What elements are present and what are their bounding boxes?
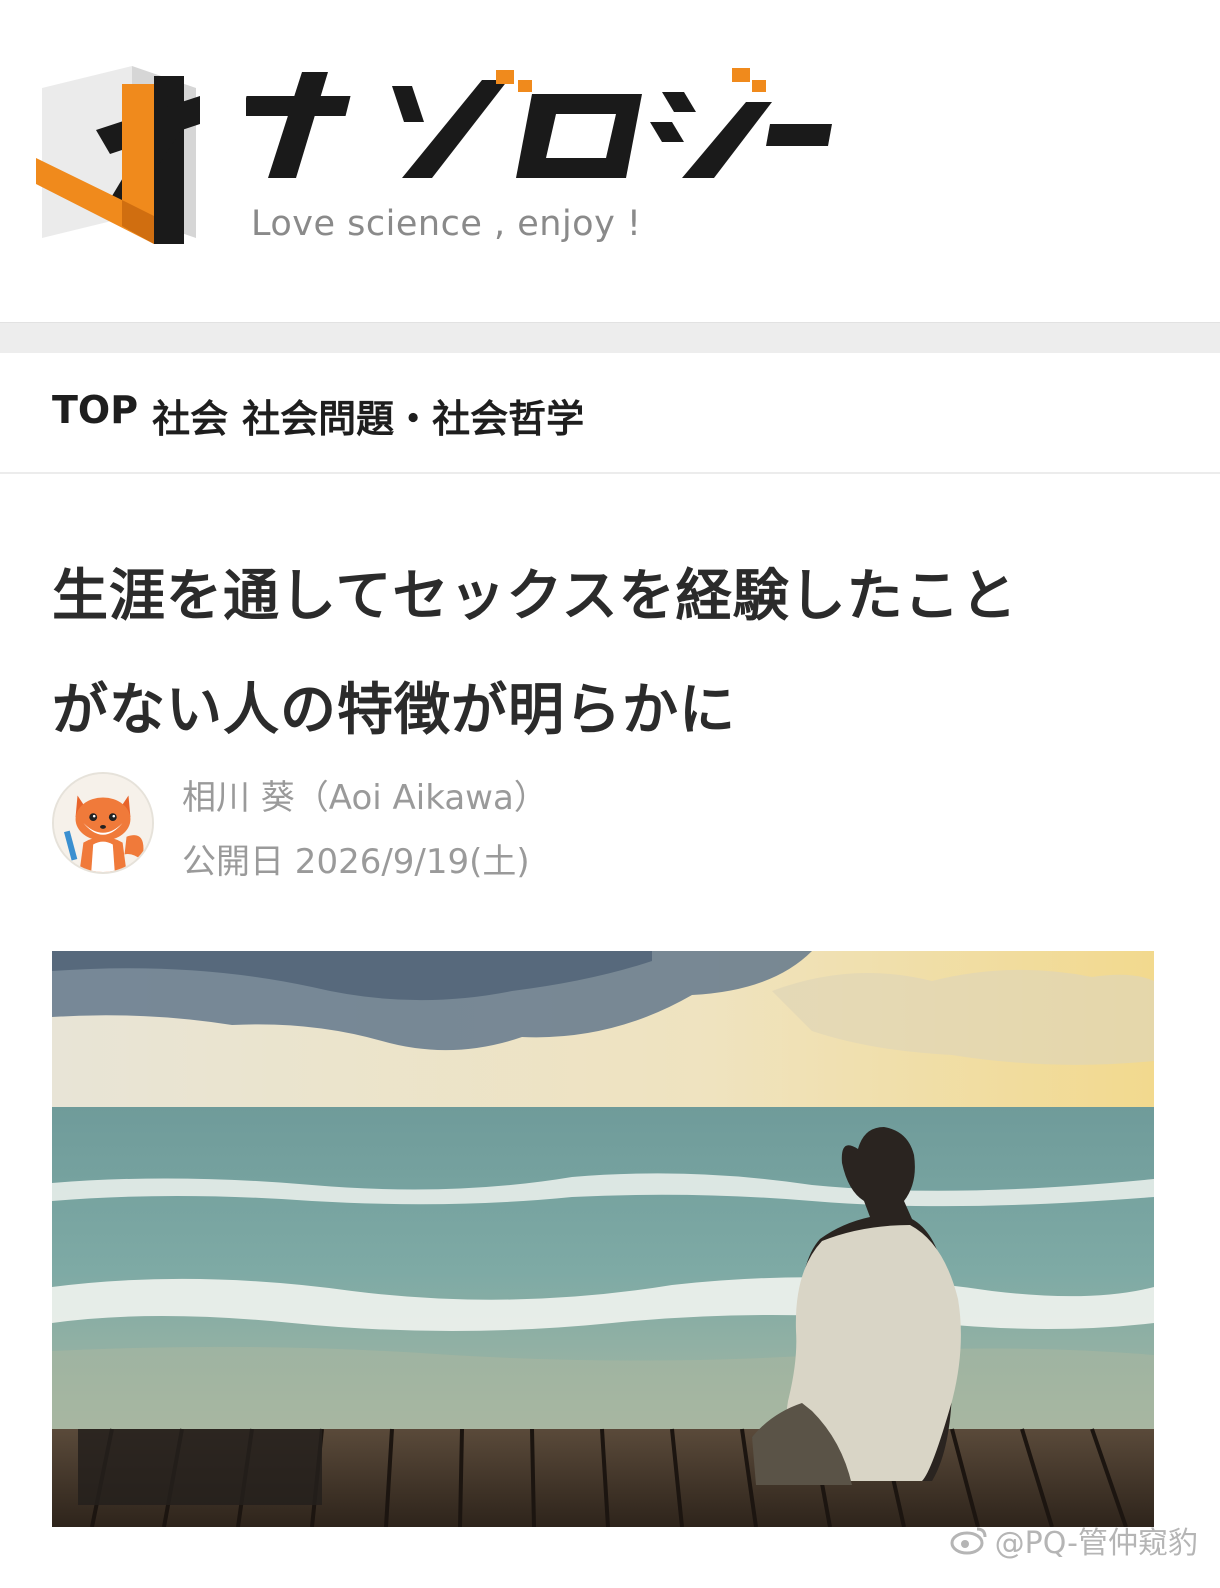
weibo-icon [950, 1527, 987, 1555]
man-sitting-on-pier-by-sea-photo [52, 951, 1154, 1527]
breadcrumb: TOP 社会 社会問題・社会哲学 [0, 352, 1220, 474]
wordmark-logo [246, 68, 832, 178]
site-header: Love science , enjoy ! [0, 0, 1220, 322]
author-avatar[interactable] [52, 772, 154, 874]
breadcrumb-top[interactable]: TOP [52, 388, 138, 443]
article-title: 生涯を通してセックスを経験したこと がない人の特徴が明らかに [52, 540, 1162, 768]
watermark-text: @PQ-管仲窥豹 [994, 1526, 1198, 1561]
site-logo-icon[interactable] [36, 66, 202, 246]
breadcrumb-society[interactable]: 社会 [152, 388, 228, 443]
article-title-line2: がない人の特徴が明らかに [52, 678, 736, 743]
breadcrumb-social-issues[interactable]: 社会問題・社会哲学 [242, 388, 584, 443]
hero-image [52, 951, 1154, 1527]
fox-mascot-icon [54, 774, 152, 872]
watermark: @PQ-管仲窥豹 [949, 1518, 1198, 1562]
header-divider-band [0, 322, 1220, 353]
site-tagline: Love science , enjoy ! [251, 204, 642, 244]
article-title-line1: 生涯を通してセックスを経験したこと [52, 564, 1018, 629]
author-name[interactable]: 相川 葵（Aoi Aikawa） [182, 770, 548, 819]
publish-date: 公開日 2026/9/19(土) [182, 842, 530, 882]
